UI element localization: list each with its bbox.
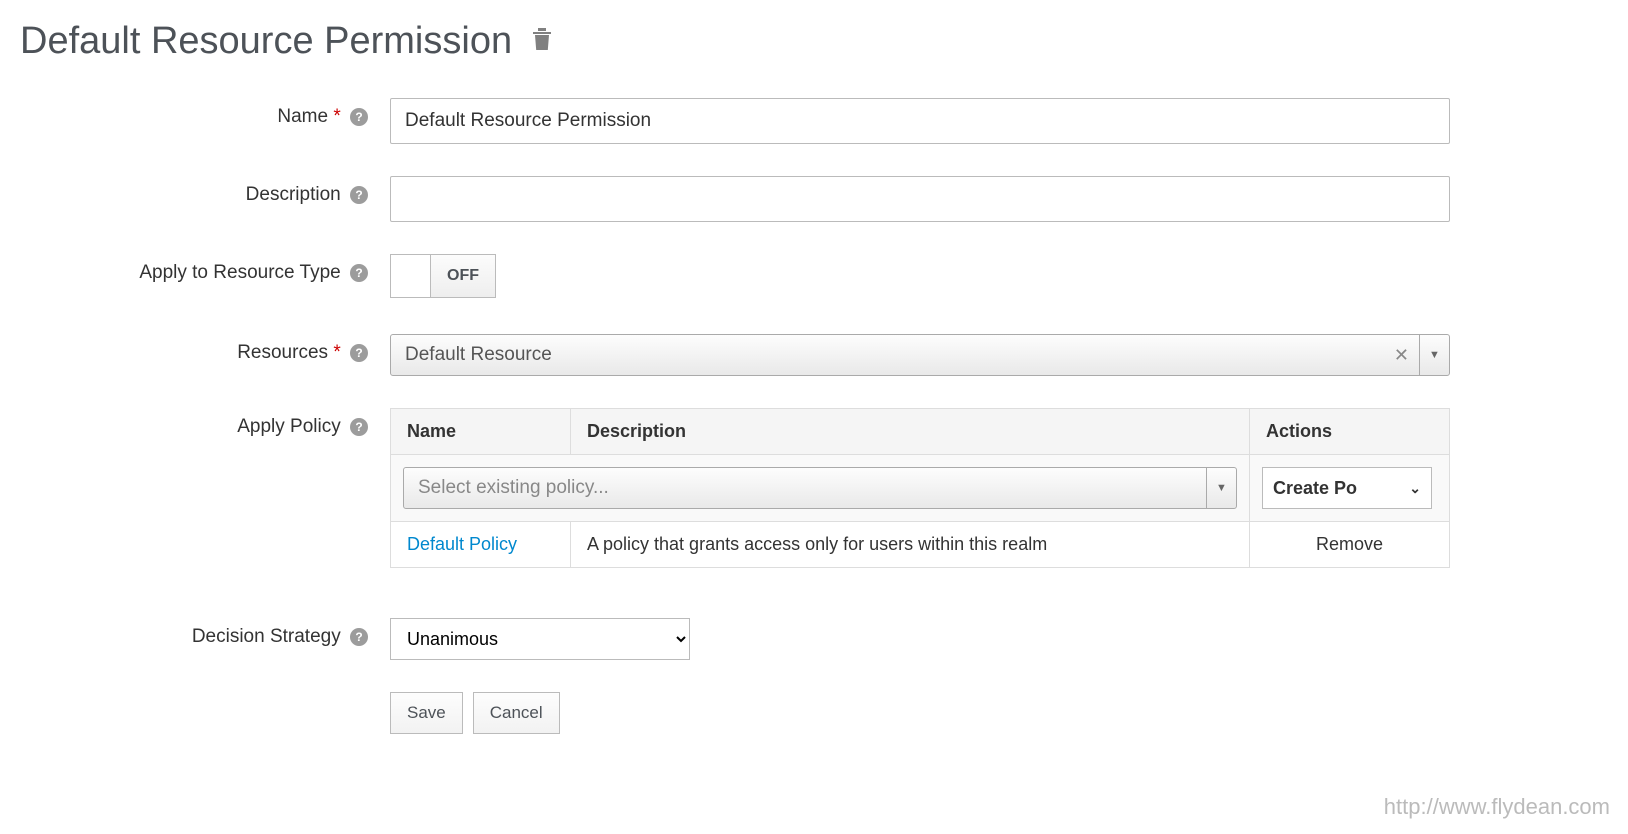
label-empty <box>20 692 390 700</box>
label-resources: Resources * ? <box>20 334 390 364</box>
control-apply-resource-type: OFF <box>390 254 1450 302</box>
chevron-down-icon[interactable]: ▼ <box>1206 468 1236 508</box>
label-apply-policy-text: Apply Policy <box>237 416 341 437</box>
resources-select[interactable]: Default Resource ✕ ▼ <box>390 334 1450 376</box>
toggle-handle[interactable] <box>391 255 431 297</box>
button-row: Save Cancel <box>390 692 1450 734</box>
page-title: Default Resource Permission <box>20 20 512 63</box>
label-resources-text: Resources <box>237 342 328 363</box>
col-name: Name <box>391 409 571 455</box>
label-name-text: Name <box>277 106 328 127</box>
apply-resource-type-toggle[interactable]: OFF <box>390 254 496 298</box>
input-wrap-description <box>390 176 1450 222</box>
cancel-button[interactable]: Cancel <box>473 692 560 734</box>
policy-select-placeholder: Select existing policy... <box>404 477 1206 499</box>
toggle-label: OFF <box>431 255 495 297</box>
name-input[interactable] <box>390 98 1450 144</box>
help-icon[interactable]: ? <box>350 264 368 282</box>
decision-strategy-select[interactable]: Unanimous <box>390 618 690 660</box>
policy-table-header: Name Description Actions <box>391 409 1450 455</box>
policy-remove-action[interactable]: Remove <box>1250 522 1450 568</box>
help-icon[interactable]: ? <box>350 108 368 126</box>
resources-selected-text: Default Resource <box>391 344 1384 366</box>
label-decision-strategy: Decision Strategy ? <box>20 618 390 648</box>
row-apply-resource-type: Apply to Resource Type ? OFF <box>20 254 1608 302</box>
label-apply-policy: Apply Policy ? <box>20 408 390 438</box>
description-input[interactable] <box>390 176 1450 222</box>
help-icon[interactable]: ? <box>350 344 368 362</box>
row-apply-policy: Apply Policy ? Select existing policy...… <box>20 408 1608 568</box>
chevron-down-icon: ⌄ <box>1409 480 1421 497</box>
row-name: Name * ? <box>20 98 1608 144</box>
policy-description: A policy that grants access only for use… <box>571 522 1250 568</box>
label-description-text: Description <box>246 184 341 205</box>
label-apply-resource-type-text: Apply to Resource Type <box>139 262 340 283</box>
label-description: Description ? <box>20 176 390 206</box>
policy-row: Default Policy A policy that grants acce… <box>391 522 1450 568</box>
input-wrap-name <box>390 98 1450 144</box>
apply-policy-table: Select existing policy... ▼ Create Po ⌄ … <box>390 408 1450 568</box>
row-buttons: Save Cancel <box>20 692 1608 734</box>
help-icon[interactable]: ? <box>350 628 368 646</box>
trash-icon[interactable] <box>530 26 554 57</box>
chevron-down-icon[interactable]: ▼ <box>1419 335 1449 375</box>
label-decision-strategy-text: Decision Strategy <box>192 626 341 647</box>
row-decision-strategy: Decision Strategy ? Unanimous <box>20 618 1608 660</box>
page-header: Default Resource Permission <box>20 20 1608 63</box>
row-description: Description ? <box>20 176 1608 222</box>
control-decision-strategy: Unanimous <box>390 618 1450 660</box>
control-apply-policy: Select existing policy... ▼ Create Po ⌄ … <box>390 408 1450 568</box>
create-policy-label: Create Po <box>1273 478 1357 499</box>
policy-link[interactable]: Default Policy <box>407 534 517 554</box>
label-apply-resource-type: Apply to Resource Type ? <box>20 254 390 284</box>
help-icon[interactable]: ? <box>350 418 368 436</box>
help-icon[interactable]: ? <box>350 186 368 204</box>
save-button[interactable]: Save <box>390 692 463 734</box>
col-description: Description <box>571 409 1250 455</box>
close-icon[interactable]: ✕ <box>1384 345 1419 366</box>
control-resources: Default Resource ✕ ▼ <box>390 334 1450 376</box>
required-marker: * <box>333 106 340 127</box>
required-marker: * <box>333 342 340 363</box>
watermark-text: http://www.flydean.com <box>1384 794 1610 820</box>
label-name: Name * ? <box>20 98 390 128</box>
create-policy-select[interactable]: Create Po ⌄ <box>1262 467 1432 509</box>
row-resources: Resources * ? Default Resource ✕ ▼ <box>20 334 1608 376</box>
policy-select[interactable]: Select existing policy... ▼ <box>403 467 1237 509</box>
policy-selector-row: Select existing policy... ▼ Create Po ⌄ <box>391 455 1450 522</box>
col-actions: Actions <box>1250 409 1450 455</box>
